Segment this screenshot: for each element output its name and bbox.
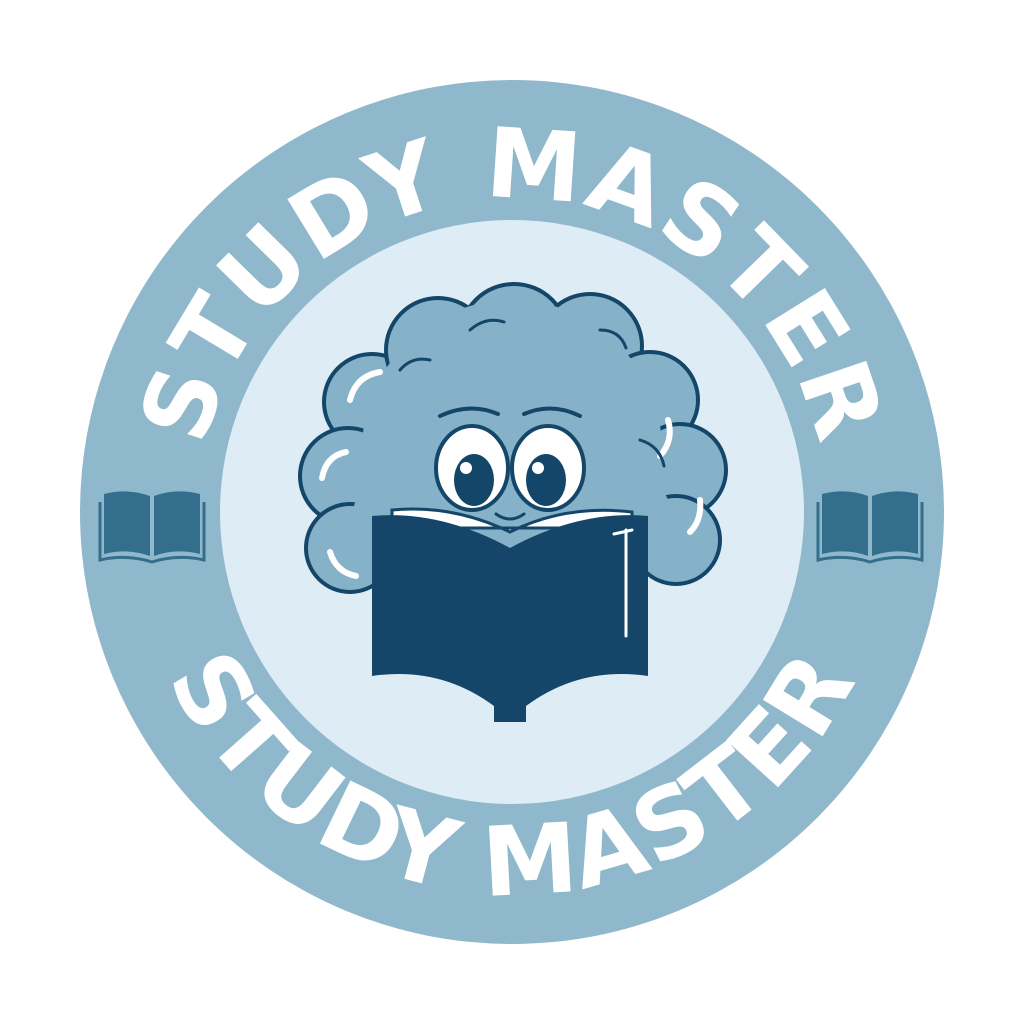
study-master-badge: STUDY MASTER STUDY MASTER [0,0,1024,1024]
badge-graphic: STUDY MASTER STUDY MASTER [80,80,944,944]
